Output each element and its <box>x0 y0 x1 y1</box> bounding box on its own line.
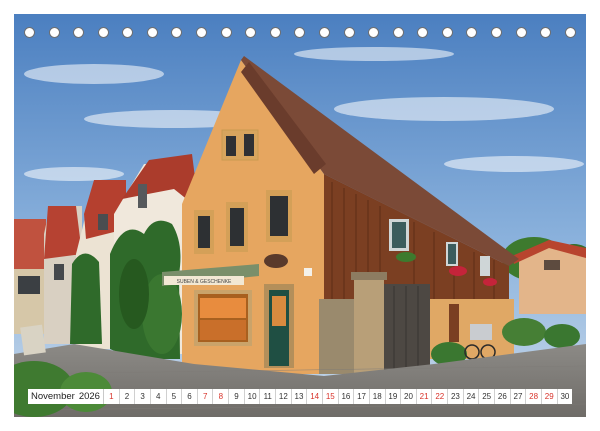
day-cell: 14 <box>307 389 323 404</box>
binding-ring-icon <box>146 26 158 38</box>
binding-ring-icon <box>417 26 429 38</box>
day-cell: 2 <box>119 389 136 404</box>
day-cell: 27 <box>510 389 527 404</box>
month-name: November <box>31 391 75 402</box>
binding-ring-icon <box>220 26 232 38</box>
binding-ring-icon <box>564 26 576 38</box>
shop-sign: SUBEN & GESCHENKE <box>177 279 232 285</box>
binding-ring-icon <box>515 26 527 38</box>
day-row: 1 2 3 4 5 6 7 8 9 10 11 12 13 14 15 16 17 18 19 20 21 22 23 24 2… <box>104 389 573 404</box>
day-cell: 16 <box>338 389 355 404</box>
binding-ring-icon <box>196 26 208 38</box>
binding-ring-icon <box>97 26 109 38</box>
day-cell: 1 <box>104 389 120 404</box>
binding-ring-icon <box>48 26 60 38</box>
day-cell: 26 <box>495 389 511 404</box>
day-cell: 22 <box>432 389 449 404</box>
day-cell: 10 <box>244 389 261 404</box>
day-cell: 30 <box>557 389 573 404</box>
binding-ring-icon <box>73 26 85 38</box>
binding-ring-icon <box>466 26 478 38</box>
calendar-page: SUBEN & GESCHENKE November 2026 1 2 3 4 … <box>0 0 600 431</box>
day-cell: 13 <box>291 389 308 404</box>
day-cell: 12 <box>276 389 292 404</box>
day-cell: 4 <box>150 389 167 404</box>
calendar-photo: SUBEN & GESCHENKE <box>14 14 586 417</box>
binding-ring-icon <box>490 26 502 38</box>
binding-ring-icon <box>24 26 35 38</box>
day-cell: 18 <box>369 389 386 404</box>
spiral-binding <box>14 22 586 42</box>
binding-ring-icon <box>245 26 257 38</box>
binding-ring-icon <box>122 26 134 38</box>
day-cell: 20 <box>401 389 417 404</box>
month-label: November 2026 <box>28 389 104 404</box>
calendar-strip: November 2026 1 2 3 4 5 6 7 8 9 10 11 12 13 14 15 16 17 1… <box>28 389 573 404</box>
day-cell: 8 <box>213 389 230 404</box>
day-cell: 15 <box>322 389 339 404</box>
day-cell: 9 <box>229 389 245 404</box>
binding-ring-icon <box>343 26 355 38</box>
day-cell: 11 <box>260 389 277 404</box>
day-cell: 19 <box>385 389 402 404</box>
day-cell: 21 <box>416 389 433 404</box>
day-cell: 3 <box>135 389 151 404</box>
day-cell: 28 <box>526 389 542 404</box>
binding-ring-icon <box>294 26 306 38</box>
day-cell: 17 <box>354 389 370 404</box>
day-cell: 5 <box>166 389 183 404</box>
day-cell: 23 <box>448 389 464 404</box>
binding-ring-icon <box>368 26 380 38</box>
day-cell: 7 <box>197 389 214 404</box>
year-label: 2026 <box>78 391 100 402</box>
binding-ring-icon <box>171 26 183 38</box>
house-left-far <box>14 219 46 334</box>
binding-ring-icon <box>441 26 453 38</box>
binding-ring-icon <box>392 26 404 38</box>
day-cell: 24 <box>463 389 480 404</box>
binding-ring-icon <box>540 26 552 38</box>
day-cell: 25 <box>479 389 496 404</box>
binding-ring-icon <box>269 26 281 38</box>
day-cell: 6 <box>182 389 198 404</box>
day-cell: 29 <box>541 389 558 404</box>
binding-ring-icon <box>318 26 330 38</box>
